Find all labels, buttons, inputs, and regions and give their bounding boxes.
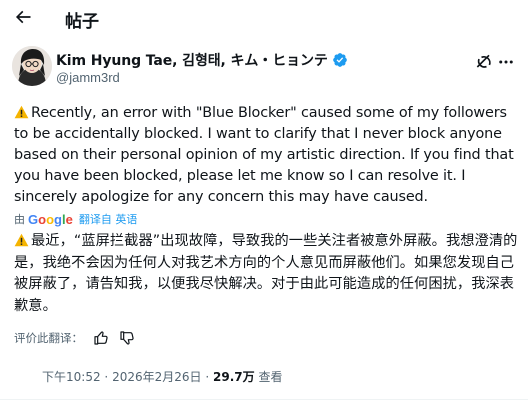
meta-separator: · [205, 370, 210, 384]
thumbs-down-icon[interactable] [119, 330, 135, 346]
warning-sign-icon [14, 105, 29, 119]
views-count: 29.7万 [213, 370, 255, 384]
tweet-text-en: Recently, an error with "Blue Blocker" c… [14, 105, 514, 205]
author-row: Kim Hyung Tae, 김형태, キム・ヒョンテ @jamm3rd [12, 45, 516, 89]
top-bar: 帖子 [0, 0, 528, 38]
meta-separator: · [104, 370, 109, 384]
google-logo: Google [28, 211, 73, 227]
more-horizontal-icon [499, 60, 513, 64]
tweet-meta: 下午10:52 · 2026年2月26日 · 29.7万 查看 [42, 368, 282, 385]
grok-button[interactable] [474, 52, 494, 72]
author-handle[interactable]: @jamm3rd [56, 70, 120, 85]
more-options-button[interactable] [496, 52, 516, 72]
back-button[interactable] [12, 6, 34, 28]
tweet-date[interactable]: 2026年2月26日 [112, 370, 201, 384]
rate-translation-row: 评价此翻译： [14, 330, 135, 346]
translated-prefix: 由 [14, 213, 25, 226]
translated-from-link[interactable]: 翻译自 英语 [79, 211, 138, 227]
tweet-text-original: Recently, an error with "Blue Blocker" c… [14, 103, 522, 208]
verified-badge-icon [332, 53, 347, 67]
views-label: 查看 [258, 370, 283, 384]
author-display-name[interactable]: Kim Hyung Tae, 김형태, キム・ヒョンテ [56, 50, 328, 70]
page-title: 帖子 [65, 12, 99, 32]
divider [0, 399, 528, 400]
arrow-left-icon [15, 10, 31, 24]
thumbs-up-icon[interactable] [93, 330, 109, 346]
warning-sign-icon [14, 233, 29, 247]
tweet-text-zh: 最近，“蓝屏拦截器”出现故障，导致我的一些关注者被意外屏蔽。我想澄清的是，我绝不… [14, 233, 518, 314]
tweet-text-translated: 最近，“蓝屏拦截器”出现故障，导致我的一些关注者被意外屏蔽。我想澄清的是，我绝不… [14, 231, 522, 317]
grok-icon [476, 54, 491, 68]
translation-attribution: 由 Google 翻译自 英语 [14, 211, 137, 227]
rate-translation-label: 评价此翻译： [14, 331, 83, 345]
tweet-time[interactable]: 下午10:52 [42, 370, 101, 384]
avatar[interactable] [12, 46, 52, 86]
author-name-line: Kim Hyung Tae, 김형태, キム・ヒョンテ [56, 50, 348, 70]
